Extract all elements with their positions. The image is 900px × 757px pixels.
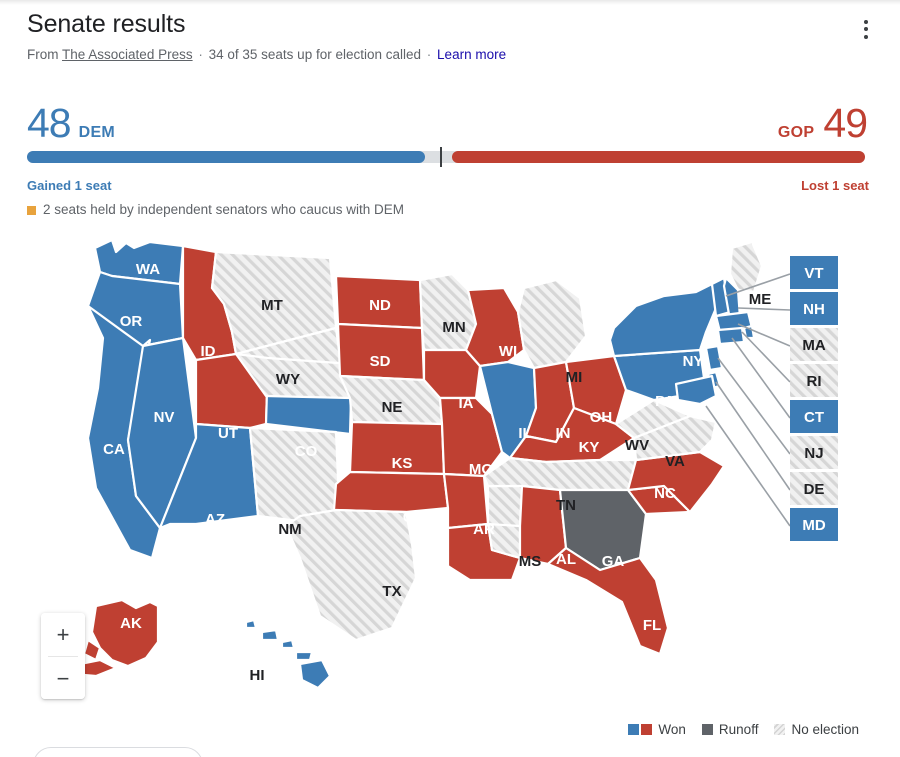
learn-more-link[interactable]: Learn more xyxy=(437,47,506,62)
state-ND[interactable] xyxy=(334,274,424,330)
callout-VT[interactable]: VT xyxy=(790,256,838,289)
dem-party-label: DEM xyxy=(78,124,116,141)
state-MI[interactable] xyxy=(516,278,588,370)
seat-balance-bar xyxy=(27,147,865,167)
state-WI[interactable] xyxy=(464,286,526,368)
state-CT[interactable] xyxy=(716,326,746,346)
map-svg: VT NH MA RI CT NJ DE MD WA OR CA NV ID U… xyxy=(68,238,838,690)
zoom-out-button[interactable]: − xyxy=(41,657,85,699)
map-label-HI: HI xyxy=(250,667,265,684)
legend-item-runoff: Runoff xyxy=(701,722,759,737)
kebab-menu-icon[interactable] xyxy=(854,12,878,46)
state-MS[interactable] xyxy=(486,484,524,560)
state-HI[interactable] xyxy=(244,618,332,690)
legend-label-won: Won xyxy=(658,722,686,737)
legend-item-no-election: No election xyxy=(774,722,859,737)
bar-segment-dem xyxy=(27,151,425,163)
card-header: Senate results From The Associated Press… xyxy=(27,8,867,64)
leader-line-NH xyxy=(737,307,791,311)
callout-CT[interactable]: CT xyxy=(790,400,838,433)
state-TX[interactable] xyxy=(284,508,418,642)
state-SD[interactable] xyxy=(336,322,426,382)
kebab-dot-1 xyxy=(864,19,868,24)
independent-note-text: 2 seats held by independent senators who… xyxy=(43,202,404,217)
callout-MA[interactable]: MA xyxy=(790,328,838,361)
map-legend: Won Runoff No election xyxy=(628,722,859,737)
us-senate-results-map[interactable]: VT NH MA RI CT NJ DE MD WA OR CA NV ID U… xyxy=(0,228,900,718)
legend-swatch-no-election-icon xyxy=(774,724,786,735)
seat-delta-row: Gained 1 seat Lost 1 seat xyxy=(0,178,900,196)
independent-swatch-icon xyxy=(27,205,36,215)
gop-party-label: GOP xyxy=(777,124,815,141)
state-OK[interactable] xyxy=(332,470,450,514)
callout-DE[interactable]: DE xyxy=(790,472,838,505)
bar-segment-gop xyxy=(452,151,865,163)
legend-swatch-dem-icon xyxy=(628,724,640,735)
seat-score-row: 48 DEM GOP 49 xyxy=(0,96,900,144)
senate-results-card: Senate results From The Associated Press… xyxy=(0,0,900,757)
seats-called-status: 34 of 35 seats up for election called xyxy=(208,47,422,62)
callout-MD[interactable]: MD xyxy=(790,508,838,541)
subtitle-separator-2: · xyxy=(426,47,432,62)
callout-NJ[interactable]: NJ xyxy=(790,436,838,469)
legend-swatch-gop-icon xyxy=(641,724,653,735)
map-label-LA: LA xyxy=(480,591,500,608)
callout-boxes: VT NH MA RI CT NJ DE MD xyxy=(790,256,838,541)
subtitle-separator-1: · xyxy=(198,47,203,62)
state-NY[interactable] xyxy=(608,282,718,358)
subtitle-from-label: From xyxy=(27,47,59,62)
map-label-ME: ME xyxy=(749,291,772,308)
map-state-shapes xyxy=(68,238,764,690)
state-TN[interactable] xyxy=(482,456,638,492)
gop-score: GOP 49 xyxy=(777,100,868,146)
legend-label-no-election: No election xyxy=(791,722,859,737)
gop-seat-delta: Lost 1 seat xyxy=(801,178,869,193)
callout-RI[interactable]: RI xyxy=(790,364,838,397)
legend-item-won: Won xyxy=(628,722,686,737)
kebab-dot-2 xyxy=(864,27,868,31)
state-MN[interactable] xyxy=(418,272,478,352)
state-AR[interactable] xyxy=(442,472,490,530)
source-link[interactable]: The Associated Press xyxy=(62,47,193,62)
bar-majority-tick xyxy=(440,147,442,167)
subtitle: From The Associated Press · 34 of 35 sea… xyxy=(27,46,867,64)
leader-line-RI xyxy=(741,331,791,383)
leader-line-CT xyxy=(731,337,791,419)
state-KS[interactable] xyxy=(348,420,446,476)
dem-score: 48 DEM xyxy=(27,103,115,144)
legend-swatch-runoff-icon xyxy=(701,724,713,735)
state-NJ[interactable] xyxy=(704,344,724,372)
dem-seat-count: 48 xyxy=(27,100,72,146)
legend-won-swatches xyxy=(628,724,653,735)
legend-label-runoff: Runoff xyxy=(718,722,759,737)
state-AL[interactable] xyxy=(518,484,568,566)
map-zoom-control[interactable]: + − xyxy=(41,613,85,699)
independent-senators-note: 2 seats held by independent senators who… xyxy=(27,202,404,218)
dem-seat-delta: Gained 1 seat xyxy=(27,178,112,193)
bottom-cutoff-button[interactable] xyxy=(33,747,203,757)
page-title: Senate results xyxy=(27,10,186,38)
card-top-edge xyxy=(0,0,900,5)
gop-seat-count: 49 xyxy=(823,100,868,146)
callout-NH[interactable]: NH xyxy=(790,292,838,325)
zoom-in-button[interactable]: + xyxy=(41,613,85,656)
kebab-dot-3 xyxy=(864,34,868,39)
